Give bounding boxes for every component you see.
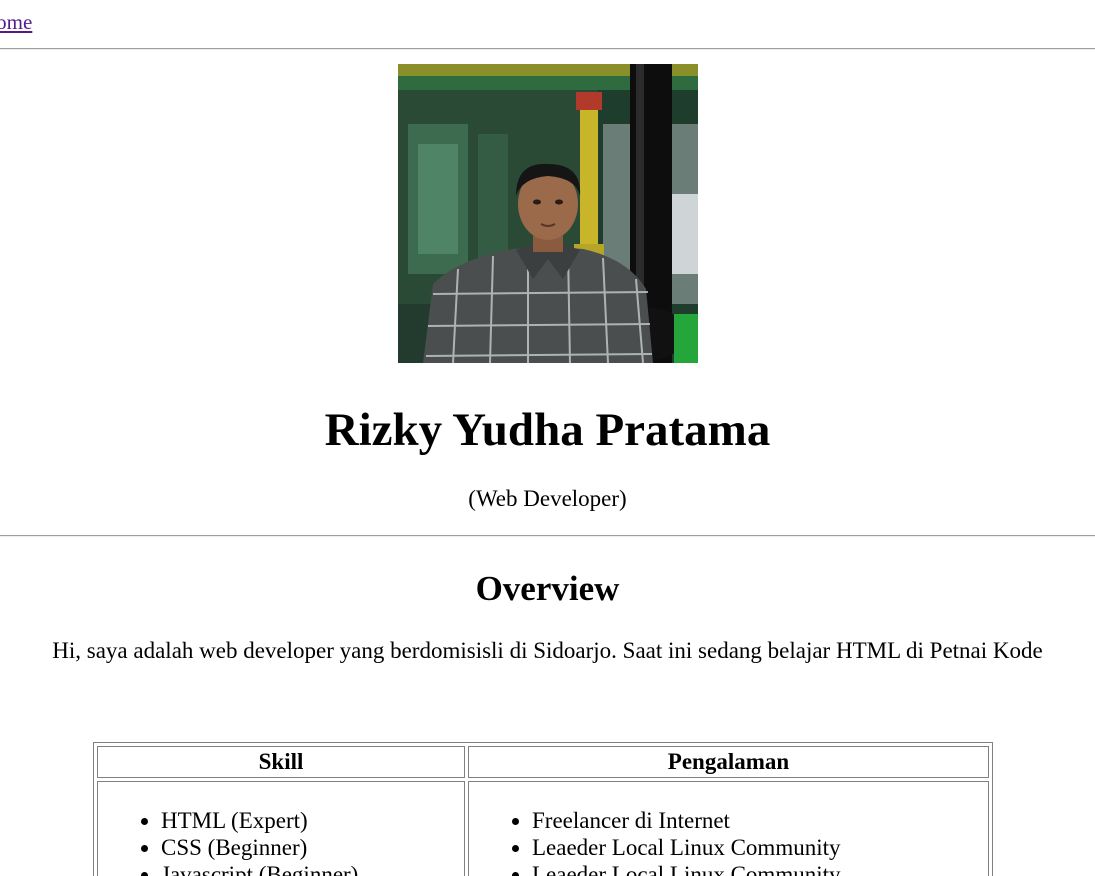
divider-top [0, 48, 1095, 50]
experience-cell: Freelancer di Internet Leaeder Local Lin… [468, 781, 989, 876]
table-row: HTML (Expert) CSS (Beginner) Javascript … [97, 781, 989, 876]
table-header-experience: Pengalaman [468, 746, 989, 778]
profile-name: Rizky Yudha Pratama [324, 404, 771, 456]
skill-cell: HTML (Expert) CSS (Beginner) Javascript … [97, 781, 465, 876]
list-item: Leaeder Local Linux Community [532, 861, 987, 876]
profile-section: Rizky Yudha Pratama (Web Developer) [0, 64, 1095, 513]
skill-experience-table: Skill Pengalaman HTML (Expert) CSS (Begi… [93, 742, 993, 876]
page: Home [0, 0, 1095, 876]
overview-heading: Overview [475, 569, 620, 608]
list-item: HTML (Expert) [161, 807, 463, 834]
list-item: Leaeder Local Linux Community [532, 834, 987, 861]
table-header-skill: Skill [97, 746, 465, 778]
list-item: CSS (Beginner) [161, 834, 463, 861]
skill-list: HTML (Expert) CSS (Beginner) Javascript … [99, 807, 463, 876]
profile-role: (Web Developer) [468, 486, 627, 511]
table-header-row: Skill Pengalaman [97, 746, 989, 778]
profile-photo [397, 64, 698, 363]
list-item: Freelancer di Internet [532, 807, 987, 834]
home-link[interactable]: Home [0, 10, 32, 35]
overview-text: Hi, saya adalah web developer yang berdo… [52, 638, 1043, 663]
experience-list: Freelancer di Internet Leaeder Local Lin… [470, 807, 987, 876]
divider-middle [0, 535, 1095, 537]
list-item: Javascript (Beginner) [161, 861, 463, 876]
top-nav: Home [0, 0, 1095, 48]
